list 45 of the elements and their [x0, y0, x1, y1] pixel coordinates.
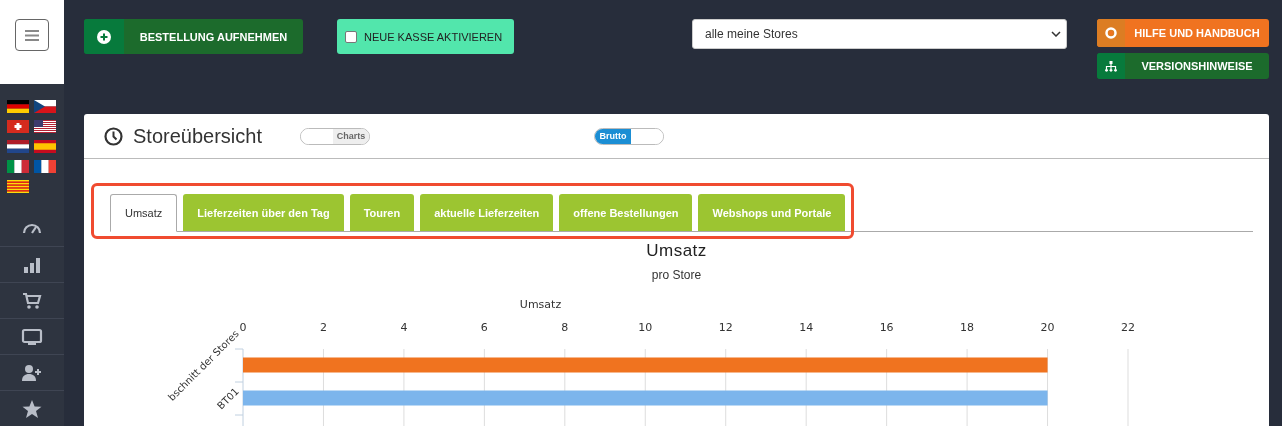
activate-register-checkbox[interactable]: NEUE KASSE AKTIVIEREN [337, 19, 514, 54]
add-order-button[interactable]: BESTELLUNG AUFNEHMEN [84, 19, 303, 54]
tab[interactable]: offene Bestellungen [559, 194, 693, 231]
tick-label: 20 [1040, 321, 1055, 334]
tick-label: 8 [561, 321, 569, 334]
sitemap-icon [1105, 60, 1117, 72]
tick-label: 16 [879, 321, 894, 334]
tick-label: 10 [638, 321, 653, 334]
flag-icon[interactable] [7, 100, 29, 113]
add-user-icon[interactable] [21, 362, 43, 383]
chevron-down-icon [1051, 31, 1061, 37]
help-button[interactable]: HILFE UND HANDBUCH [1097, 19, 1269, 47]
clock-icon [104, 126, 123, 146]
star-icon[interactable] [21, 398, 43, 419]
monitor-icon[interactable] [21, 326, 43, 347]
lifebuoy-icon [1105, 27, 1117, 39]
tab[interactable]: Lieferzeiten über den Tag [183, 194, 344, 231]
flag-icon[interactable] [7, 140, 29, 153]
chart-title: Umsatz [645, 241, 708, 261]
toggle-switch[interactable]: Brutto [594, 127, 664, 145]
toggle-switch[interactable]: Charts [300, 127, 370, 145]
tick-label: 2 [319, 321, 327, 334]
tick-label: 0 [239, 321, 247, 334]
tab[interactable]: Umsatz [110, 194, 178, 232]
flag-icon[interactable] [34, 120, 56, 133]
release-notes-button[interactable]: VERSIONSHINWEISE [1097, 53, 1269, 79]
tick-label: 12 [718, 321, 733, 334]
tick-label: 4 [400, 321, 408, 334]
panel-title: Storeübersicht [133, 124, 262, 148]
menu-button[interactable] [15, 19, 49, 51]
plus-circle-icon [97, 29, 111, 44]
tick-label: 14 [799, 321, 814, 334]
tick-label: 6 [480, 321, 488, 334]
tab[interactable]: aktuelle Lieferzeiten [420, 194, 554, 231]
menu-icon [25, 29, 39, 41]
axis-title: Umsatz [519, 298, 562, 311]
tab[interactable]: Touren [349, 194, 415, 231]
tick-label: 22 [1121, 321, 1135, 334]
flag-icon[interactable] [34, 100, 56, 113]
chart-subtitle: pro Store [650, 268, 703, 282]
flag-icon[interactable] [34, 160, 56, 173]
store-select[interactable]: alle meine Stores [692, 19, 1067, 49]
tab[interactable]: Webshops und Portale [698, 194, 846, 231]
cart-icon[interactable] [21, 290, 43, 311]
tick-label: 18 [960, 321, 975, 334]
